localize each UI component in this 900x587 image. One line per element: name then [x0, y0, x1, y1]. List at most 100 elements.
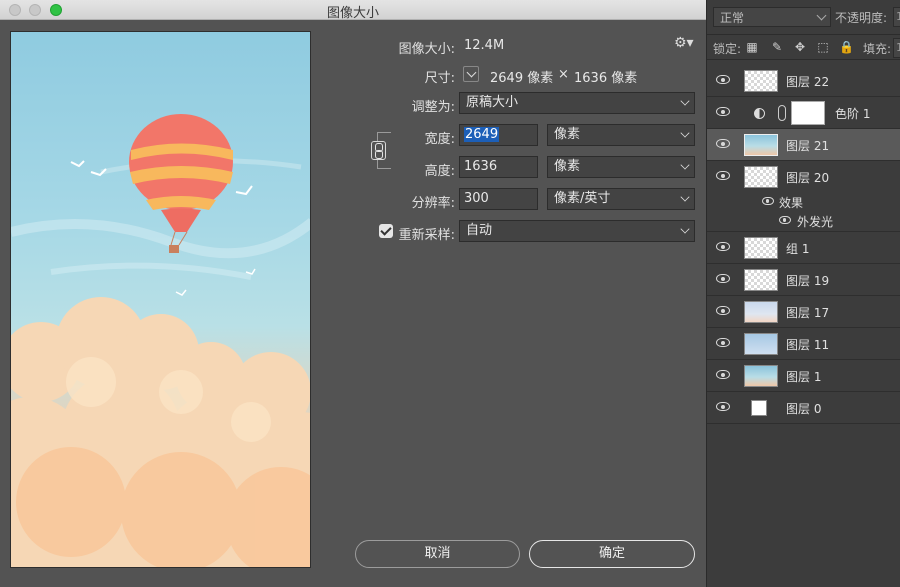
fit-to-select[interactable]: 原稿大小: [459, 92, 695, 114]
dimensions-times: ×: [558, 67, 569, 82]
blend-mode-value: 正常: [720, 11, 745, 25]
layer-name: 图层 19: [786, 274, 830, 288]
layer-name: 图层 11: [786, 338, 830, 352]
lock-position-icon[interactable]: ✥: [793, 40, 807, 54]
lock-image-pixels-icon[interactable]: ✎: [770, 40, 784, 54]
fill-input[interactable]: 10: [893, 38, 900, 58]
layer-thumbnail: [744, 269, 778, 291]
eye-icon[interactable]: [716, 274, 730, 283]
opacity-input[interactable]: 10: [893, 7, 900, 27]
width-value: 2649: [464, 127, 500, 142]
layer-thumbnail: [744, 333, 778, 355]
lock-row: 锁定: ▦ ✎ ✥ ⬚ 🔒 填充: 10: [707, 34, 900, 60]
eye-icon[interactable]: [716, 242, 730, 251]
layer-row[interactable]: 图层 22: [707, 65, 900, 97]
effects-label: 效果: [779, 196, 804, 210]
eye-icon[interactable]: [716, 402, 730, 411]
resolution-unit-select[interactable]: 像素/英寸: [547, 188, 695, 210]
height-unit: 像素: [554, 159, 581, 174]
resolution-input[interactable]: 300: [459, 188, 538, 210]
dimensions-width: 2649 像素: [490, 71, 554, 86]
layer-row[interactable]: 图层 1: [707, 360, 900, 392]
eye-icon[interactable]: [716, 75, 730, 84]
height-input[interactable]: 1636: [459, 156, 538, 178]
layer-row[interactable]: 图层 20: [707, 161, 900, 193]
layer-name: 图层 22: [786, 75, 830, 89]
layer-row[interactable]: 图层 11: [707, 328, 900, 360]
layer-name: 图层 21: [786, 139, 830, 153]
width-label: 宽度:: [424, 132, 455, 147]
height-value: 1636: [464, 159, 498, 174]
layer-name: 图层 17: [786, 306, 830, 320]
layer-name: 图层 1: [786, 370, 822, 384]
chevron-down-icon: [680, 96, 690, 106]
eye-icon[interactable]: [716, 306, 730, 315]
eye-icon[interactable]: [716, 139, 730, 148]
dimensions-label: 尺寸:: [424, 71, 455, 86]
layer-row[interactable]: 图层 0: [707, 392, 900, 424]
resolution-value: 300: [464, 191, 489, 206]
layer-thumbnail: [744, 166, 778, 188]
layer-thumbnail: [744, 365, 778, 387]
outer-glow-row[interactable]: 外发光: [707, 210, 900, 232]
layers-panel: 正常 不透明度: 10 锁定: ▦ ✎ ✥ ⬚ 🔒 填充: 10 图层 22 色…: [706, 0, 900, 587]
width-input[interactable]: 2649: [459, 124, 538, 146]
opacity-label: 不透明度:: [835, 11, 888, 25]
lock-transparent-pixels-icon[interactable]: ▦: [745, 40, 759, 54]
lock-all-icon[interactable]: 🔒: [839, 40, 854, 54]
opacity-value: 10: [896, 10, 900, 23]
layer-thumbnail: [751, 400, 767, 416]
layer-name: 图层 0: [786, 402, 822, 416]
layer-thumbnail: [744, 301, 778, 323]
chevron-down-icon: [680, 192, 690, 202]
image-size-dialog: 图像大小 ⚙▾ 图像大小: 12.4M 尺寸: 2649 像素 × 1636 像…: [0, 0, 706, 587]
link-icon[interactable]: [778, 105, 786, 121]
resample-label: 重新采样:: [398, 228, 455, 243]
chevron-down-icon: [680, 160, 690, 170]
layer-row[interactable]: 色阶 1: [707, 97, 900, 129]
layer-row[interactable]: 图层 17: [707, 296, 900, 328]
fit-to-value: 原稿大小: [466, 95, 519, 110]
layer-name: 图层 20: [786, 171, 830, 185]
resolution-label: 分辨率:: [411, 196, 455, 211]
preview-artwork: [11, 114, 310, 567]
cancel-button[interactable]: 取消: [355, 540, 520, 568]
fill-value: 10: [896, 41, 900, 54]
eye-icon[interactable]: [716, 107, 730, 116]
lock-artboard-icon[interactable]: ⬚: [816, 40, 830, 54]
eye-icon[interactable]: [716, 370, 730, 379]
gear-icon[interactable]: ⚙▾: [674, 35, 694, 51]
layer-row-selected[interactable]: 图层 21: [707, 129, 900, 161]
image-preview[interactable]: [10, 31, 311, 568]
layer-row[interactable]: 组 1: [707, 232, 900, 264]
layer-row[interactable]: 图层 19: [707, 264, 900, 296]
dimensions-toggle[interactable]: [463, 66, 479, 82]
fill-label: 填充:: [863, 42, 892, 56]
eye-icon[interactable]: [779, 216, 791, 224]
ok-button[interactable]: 确定: [529, 540, 695, 568]
link-icon[interactable]: [371, 141, 386, 160]
image-size-label: 图像大小:: [398, 42, 455, 57]
height-label: 高度:: [424, 164, 455, 179]
chevron-down-icon: [816, 10, 827, 21]
image-size-value: 12.4M: [464, 38, 505, 53]
width-unit-select[interactable]: 像素: [547, 124, 695, 146]
lock-label: 锁定:: [713, 42, 742, 56]
resample-select[interactable]: 自动: [459, 220, 695, 242]
layer-mask-thumbnail[interactable]: [791, 101, 825, 125]
width-unit: 像素: [554, 127, 581, 142]
dimensions-height: 1636 像素: [574, 71, 638, 86]
resample-value: 自动: [466, 223, 493, 238]
window-title: 图像大小: [326, 6, 379, 21]
eye-icon[interactable]: [716, 338, 730, 347]
layer-name: 色阶 1: [835, 107, 871, 121]
fit-to-label: 调整为:: [411, 100, 455, 115]
eye-icon[interactable]: [716, 171, 730, 180]
blend-mode-select[interactable]: 正常: [713, 7, 831, 27]
adjustment-icon: [754, 108, 765, 119]
eye-icon[interactable]: [762, 197, 774, 205]
layer-thumbnail: [744, 237, 778, 259]
outer-glow-label: 外发光: [797, 215, 834, 229]
title-bar: 图像大小: [0, 0, 706, 21]
height-unit-select[interactable]: 像素: [547, 156, 695, 178]
